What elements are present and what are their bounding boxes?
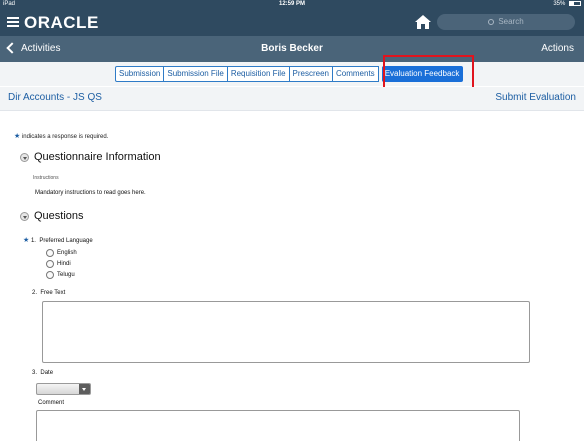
radio-button[interactable] xyxy=(46,249,54,257)
radio-label: Hindi xyxy=(57,261,71,267)
sub-header: Dir Accounts - JS QS Submit Evaluation xyxy=(0,87,584,111)
question-3-number: 3. xyxy=(32,370,38,376)
chevron-left-icon xyxy=(6,42,18,54)
required-note-text: indicates a response is required. xyxy=(21,134,109,140)
questions-section-header[interactable]: Questions xyxy=(20,210,84,222)
tab-prescreen[interactable]: Prescreen xyxy=(289,66,333,82)
radio-label: Telugu xyxy=(57,272,75,278)
radio-button[interactable] xyxy=(46,271,54,279)
tab-submission-file[interactable]: Submission File xyxy=(164,66,228,82)
question-1-label: ★ 1. Preferred Language xyxy=(23,236,93,244)
home-icon[interactable] xyxy=(414,14,432,30)
question-2-text: Free Text xyxy=(40,290,66,296)
tab-evaluation-feedback[interactable]: Evaluation Feedback xyxy=(381,66,464,82)
radio-button[interactable] xyxy=(46,260,54,268)
question-3-text: Date xyxy=(40,370,54,376)
page-title: Boris Becker xyxy=(261,43,323,54)
tab-requisition-file[interactable]: Requisition File xyxy=(227,66,290,82)
oracle-logo: ORACLE xyxy=(24,13,99,32)
collapse-icon[interactable] xyxy=(20,152,29,162)
question-2-number: 2. xyxy=(32,290,38,296)
instructions-label: Instructions xyxy=(33,175,59,181)
back-button[interactable]: Activities xyxy=(6,41,61,57)
tab-bar: Submission Submission File Requisition F… xyxy=(115,66,464,82)
search-placeholder: Search xyxy=(498,17,524,26)
battery-percent: 35% xyxy=(553,1,566,7)
collapse-icon[interactable] xyxy=(20,211,29,221)
submit-evaluation-link[interactable]: Submit Evaluation xyxy=(495,92,576,103)
required-star-icon: ★ xyxy=(14,133,21,140)
title-bar: Activities Boris Becker Actions xyxy=(0,36,584,62)
questionnaire-section-header[interactable]: Questionnaire Information xyxy=(20,151,161,163)
tab-submission[interactable]: Submission xyxy=(115,66,165,82)
back-label: Activities xyxy=(21,43,61,54)
question-1-number: 1. xyxy=(30,238,36,244)
required-star-icon: ★ xyxy=(23,237,30,244)
search-icon xyxy=(488,18,495,25)
questions-heading: Questions xyxy=(34,210,84,222)
date-select[interactable] xyxy=(36,383,91,395)
status-bar: iPad 12:59 PM 35% xyxy=(0,0,584,9)
required-note: ★ indicates a response is required. xyxy=(14,132,108,140)
battery-status: 35% xyxy=(553,0,581,9)
comment-label: Comment xyxy=(38,400,65,406)
chevron-down-icon[interactable] xyxy=(79,384,90,394)
app-header: ORACLE Search xyxy=(0,9,584,36)
radio-telugu[interactable]: Telugu xyxy=(46,271,75,279)
question-3-label: 3. Date xyxy=(32,370,53,376)
radio-hindi[interactable]: Hindi xyxy=(46,260,71,268)
status-time: 12:59 PM xyxy=(278,1,305,7)
app-root: iPad 12:59 PM 35% ORACLE Search Activiti… xyxy=(0,0,584,441)
question-1-text: Preferred Language xyxy=(39,238,93,244)
instructions-text: Mandatory instructions to read goes here… xyxy=(35,190,146,196)
radio-english[interactable]: English xyxy=(46,249,77,257)
actions-button[interactable]: Actions xyxy=(541,41,574,57)
comment-textarea[interactable] xyxy=(36,410,520,441)
free-text-textarea[interactable] xyxy=(42,301,530,363)
battery-icon xyxy=(569,0,581,6)
menu-icon[interactable] xyxy=(7,17,19,27)
question-2-label: 2. Free Text xyxy=(32,290,65,296)
requisition-title: Dir Accounts - JS QS xyxy=(8,92,102,103)
radio-label: English xyxy=(57,250,77,256)
questionnaire-heading: Questionnaire Information xyxy=(34,151,161,163)
search-input[interactable]: Search xyxy=(437,14,575,30)
tab-comments[interactable]: Comments xyxy=(333,66,379,82)
